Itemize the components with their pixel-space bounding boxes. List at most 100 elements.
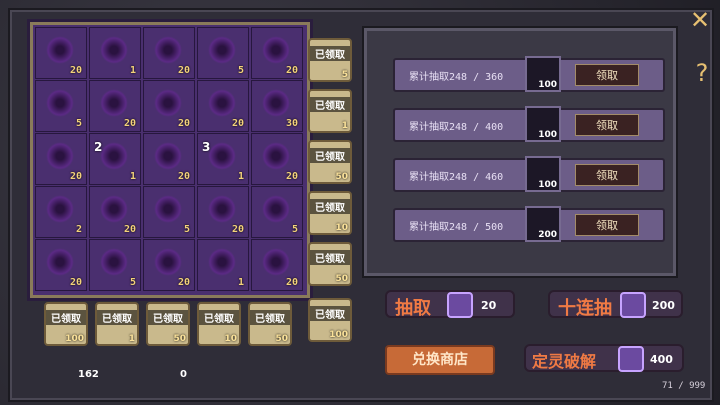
tome-icon [447, 292, 473, 318]
item-icon [262, 89, 290, 117]
item-count: 20 [231, 118, 244, 129]
board-cell: 20 [89, 186, 141, 238]
board-cell: 20 [35, 133, 87, 185]
claimed-amount: 5 [341, 70, 348, 80]
item-icon [208, 248, 236, 276]
item-icon [46, 195, 74, 223]
claimed-reward: 已领取 10 [308, 191, 352, 235]
item-icon [208, 89, 236, 117]
claimed-label: 已领取 [310, 250, 350, 265]
item-count: 20 [123, 118, 136, 129]
exchange-shop-button[interactable]: 兑换商店 [385, 345, 495, 375]
item-count: 5 [129, 277, 136, 288]
claimed-reward: 已领取 50 [308, 242, 352, 286]
claim-button[interactable]: 领取 [575, 164, 639, 186]
item-count: 30 [285, 118, 298, 129]
board-cell: 20 [197, 186, 249, 238]
item-badge: 3 [202, 140, 211, 154]
item-icon [46, 89, 74, 117]
board-cell: 1 [89, 27, 141, 79]
reward-item: 100 [525, 56, 561, 92]
claimed-reward: 已领取 10 [197, 302, 241, 346]
decompose-cost: 400 [650, 353, 673, 366]
claimed-amount: 10 [335, 223, 348, 233]
board-cell: 1 [197, 239, 249, 291]
item-count: 20 [177, 171, 190, 182]
cumulative-reward-row: 累计抽取248 / 460 100 领取 [393, 156, 665, 192]
board-cell: 12 [89, 133, 141, 185]
cumulative-reward-row: 累计抽取248 / 500 200 领取 [393, 206, 665, 242]
reward-item: 100 [525, 156, 561, 192]
item-icon [262, 36, 290, 64]
draw-one-label: 抽取 [395, 298, 431, 319]
reward-board: 20 1 20 5 20 5 20 20 20 30 20 1 2 20 1 3 20 2 20 5 20 5 20 5 20 1… [30, 22, 310, 298]
close-icon[interactable]: ✕ [688, 8, 712, 32]
claimed-amount: 1 [341, 121, 348, 131]
decompose-label: 定灵破解 [532, 352, 597, 371]
item-icon [208, 142, 236, 170]
claimed-amount: 50 [275, 334, 288, 344]
board-cell: 20 [35, 27, 87, 79]
claimed-label: 已领取 [310, 199, 350, 214]
item-count: 2 [75, 224, 82, 235]
item-icon [100, 248, 128, 276]
item-count: 20 [69, 277, 82, 288]
item-count: 20 [285, 65, 298, 76]
currency-right: 0 [180, 369, 187, 380]
draw-one-button[interactable]: 抽取 20 [385, 290, 515, 319]
claimed-reward: 已领取 5 [308, 38, 352, 82]
item-count: 20 [177, 118, 190, 129]
decompose-button[interactable]: 定灵破解 400 [524, 344, 684, 372]
claimed-amount: 50 [335, 172, 348, 182]
reward-item: 100 [525, 106, 561, 142]
claimed-label: 已领取 [310, 306, 350, 321]
claimed-label: 已领取 [199, 310, 239, 325]
item-icon [154, 142, 182, 170]
item-icon [100, 142, 128, 170]
claimed-label: 已领取 [46, 310, 86, 325]
claimed-reward: 已领取 50 [248, 302, 292, 346]
item-count: 20 [285, 277, 298, 288]
claimed-amount: 10 [224, 334, 237, 344]
progress-text: 累计抽取248 / 460 [409, 172, 504, 183]
claimed-label: 已领取 [310, 46, 350, 61]
item-icon [154, 89, 182, 117]
board-cell: 20 [143, 239, 195, 291]
cumulative-reward-row: 累计抽取248 / 400 100 领取 [393, 106, 665, 142]
item-count: 5 [75, 118, 82, 129]
board-cell: 20 [197, 80, 249, 132]
board-cell: 20 [143, 27, 195, 79]
item-icon [46, 248, 74, 276]
item-count: 20 [123, 224, 136, 235]
board-cell: 20 [251, 133, 303, 185]
claimed-reward: 已领取 1 [308, 89, 352, 133]
counter: 71 / 999 [662, 381, 706, 391]
item-icon [100, 195, 128, 223]
item-count: 1 [237, 171, 244, 182]
help-icon[interactable]: ? [690, 58, 714, 88]
claim-button[interactable]: 领取 [575, 64, 639, 86]
item-count: 20 [69, 171, 82, 182]
draw-ten-label: 十连抽 [558, 298, 612, 319]
item-count: 1 [129, 171, 136, 182]
claimed-label: 已领取 [310, 97, 350, 112]
draw-one-cost: 20 [481, 299, 497, 312]
claimed-reward: 已领取 50 [308, 140, 352, 184]
currency-left: 162 [78, 369, 99, 380]
board-cell: 5 [89, 239, 141, 291]
board-cell: 20 [251, 27, 303, 79]
board-cell: 5 [197, 27, 249, 79]
item-icon [46, 36, 74, 64]
progress-text: 累计抽取248 / 360 [409, 72, 504, 83]
item-icon [208, 36, 236, 64]
draw-ten-button[interactable]: 十连抽 200 [548, 290, 683, 319]
item-count: 20 [177, 65, 190, 76]
board-cell: 5 [143, 186, 195, 238]
claim-button[interactable]: 领取 [575, 114, 639, 136]
item-count: 20 [177, 277, 190, 288]
board-cell: 20 [143, 80, 195, 132]
claim-button[interactable]: 领取 [575, 214, 639, 236]
claimed-reward: 已领取 100 [44, 302, 88, 346]
item-count: 20 [231, 224, 244, 235]
board-cell: 20 [143, 133, 195, 185]
